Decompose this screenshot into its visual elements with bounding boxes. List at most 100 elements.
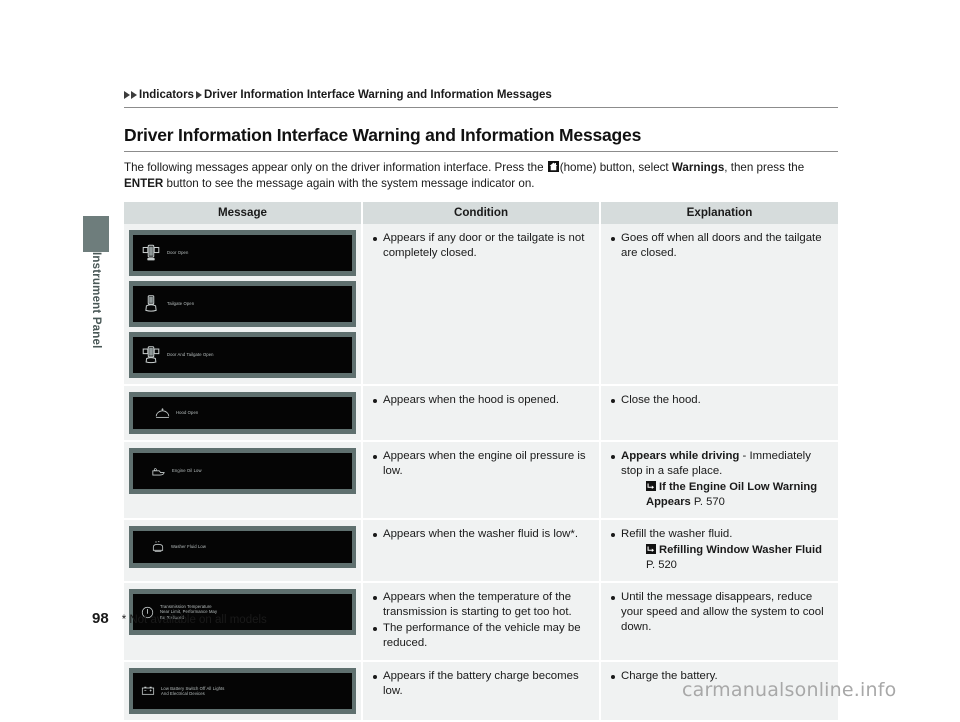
condition-list: Appears when the washer fluid is low*. [372, 527, 589, 542]
dii-screen-text: Door And Tailgate Open [167, 352, 214, 358]
condition-list: Appears if any door or the tailgate is n… [372, 231, 589, 261]
watermark: carmanualsonline.info [682, 679, 897, 701]
condition-list: Appears when the temperature of the tran… [372, 590, 589, 651]
dii-screen: Tailgate Open [133, 286, 352, 322]
intro-text-3: , then press the [724, 161, 805, 174]
column-header-message: Message [124, 202, 363, 224]
condition-list: Appears when the hood is opened. [372, 393, 589, 408]
list-item: Appears when the engine oil pressure is … [372, 449, 589, 479]
hood-open-icon [154, 405, 171, 422]
explanation-list: Close the hood. [610, 393, 828, 408]
title-divider [124, 151, 838, 152]
cross-reference[interactable]: Refilling Window Washer Fluid P. 520 [610, 543, 828, 573]
chevron-right-icon-3 [195, 91, 202, 99]
footnote: * Not available on all models [121, 614, 267, 626]
reference-page: P. 520 [646, 559, 677, 571]
list-item: Goes off when all doors and the tailgate… [610, 231, 828, 261]
reference-label: If the Engine Oil Low Warning Appears [646, 481, 818, 508]
intro-text-1: The following messages appear only on th… [124, 161, 547, 174]
explanation-cell: Close the hood. [600, 385, 838, 442]
list-item: Appears when the hood is opened. [372, 393, 589, 408]
intro-text-4: button to see the message again with the… [163, 176, 535, 190]
list-item: Appears while driving - Immediately stop… [610, 449, 828, 479]
explanation-cell: Goes off when all doors and the tailgate… [600, 224, 838, 386]
condition-cell: Appears if any door or the tailgate is n… [362, 224, 601, 386]
column-header-explanation: Explanation [600, 202, 838, 224]
table-row: Washer Fluid Low Appears when the washer… [124, 519, 838, 583]
explanation-list: Until the message disappears, reduce you… [610, 590, 828, 635]
breadcrumb-item-current: Driver Information Interface Warning and… [203, 89, 552, 101]
condition-cell: Appears when the engine oil pressure is … [362, 441, 601, 520]
list-item: Appears if any door or the tailgate is n… [372, 231, 589, 261]
page-footer: 98 * Not available on all models [92, 610, 267, 627]
dii-screen: Hood Open [133, 397, 352, 429]
message-thumbnail: Engine Oil Low [129, 448, 356, 494]
table-row: Hood Open Appears when the hood is opene… [124, 385, 838, 442]
message-thumbnail: Tailgate Open [129, 281, 356, 327]
intro-warnings-bold: Warnings [671, 161, 725, 174]
explanation-bold: Appears while driving [621, 450, 740, 462]
condition-list: Appears if the battery charge becomes lo… [372, 669, 589, 699]
dii-screen-text: Low Battery Switch Off All Lights And El… [161, 685, 225, 696]
message-cell: Engine Oil Low [124, 441, 363, 520]
list-item: Appears when the washer fluid is low*. [372, 527, 589, 542]
table-row: Door Open Tailgate Open Door And Tailgat… [124, 224, 838, 386]
breadcrumb-item-indicators[interactable]: Indicators [139, 88, 194, 102]
reference-arrow-icon [646, 481, 656, 491]
intro-enter-bold: ENTER [124, 176, 164, 190]
dii-screen-text: Engine Oil Low [172, 468, 202, 474]
car-tailgate-open-icon [140, 293, 162, 315]
cross-reference[interactable]: If the Engine Oil Low Warning Appears P.… [610, 480, 828, 510]
car-door-open-icon [140, 242, 162, 264]
table-header-row: Message Condition Explanation [124, 202, 838, 224]
low-battery-icon [140, 683, 156, 699]
list-item: Appears when the temperature of the tran… [372, 590, 589, 620]
reference-page: P. 570 [693, 496, 725, 508]
washer-fluid-low-icon [150, 539, 166, 555]
page-number: 98 [92, 610, 109, 627]
intro-text-2: (home) button, select [559, 161, 672, 174]
condition-cell: Appears when the washer fluid is low*. [362, 519, 601, 583]
message-cell: Door Open Tailgate Open Door And Tailgat… [124, 224, 363, 386]
condition-cell: Appears when the hood is opened. [362, 385, 601, 442]
table-row: Engine Oil Low Appears when the engine o… [124, 441, 838, 520]
column-header-condition: Condition [362, 202, 601, 224]
dii-screen: Door Open [133, 235, 352, 271]
explanation-cell: Appears while driving - Immediately stop… [600, 441, 838, 520]
explanation-list: Goes off when all doors and the tailgate… [610, 231, 828, 261]
home-icon [547, 161, 559, 172]
chevron-right-icon-2 [131, 91, 137, 99]
reference-label: Refilling Window Washer Fluid [659, 544, 822, 556]
dii-screen-text: Tailgate Open [167, 301, 195, 307]
sidebar-chapter-tab [83, 216, 109, 252]
list-item: The performance of the vehicle may be re… [372, 621, 589, 651]
explanation-cell: Until the message disappears, reduce you… [600, 582, 838, 662]
message-thumbnail: Low Battery Switch Off All Lights And El… [129, 668, 356, 714]
dii-screen: Low Battery Switch Off All Lights And El… [133, 673, 352, 709]
explanation-cell: Refill the washer fluid. Refilling Windo… [600, 519, 838, 583]
list-item: Close the hood. [610, 393, 828, 408]
message-cell: Hood Open [124, 385, 363, 442]
explanation-list: Refill the washer fluid. [610, 527, 828, 542]
message-thumbnail: Hood Open [129, 392, 356, 434]
sidebar-chapter-label: Instrument Panel [90, 252, 102, 349]
list-item: Refill the washer fluid. [610, 527, 828, 542]
condition-list: Appears when the engine oil pressure is … [372, 449, 589, 479]
intro-paragraph: The following messages appear only on th… [124, 160, 838, 191]
engine-oil-low-icon [150, 463, 167, 480]
dii-screen: Engine Oil Low [133, 453, 352, 489]
message-thumbnail: Washer Fluid Low [129, 526, 356, 568]
list-item: Appears if the battery charge becomes lo… [372, 669, 589, 699]
list-item: Until the message disappears, reduce you… [610, 590, 828, 635]
dii-screen-text: Door Open [167, 250, 189, 256]
chevron-right-icon [124, 91, 130, 99]
explanation-list: Appears while driving - Immediately stop… [610, 449, 828, 479]
message-cell: Washer Fluid Low [124, 519, 363, 583]
condition-cell: Appears when the temperature of the tran… [362, 582, 601, 662]
car-door-and-tailgate-open-icon [140, 344, 162, 366]
page-title: Driver Information Interface Warning and… [124, 125, 642, 145]
warning-messages-table: Message Condition Explanation Door Open … [124, 202, 838, 720]
breadcrumb-divider [124, 107, 838, 108]
message-thumbnail: Door And Tailgate Open [129, 332, 356, 378]
condition-cell: Appears if the battery charge becomes lo… [362, 661, 601, 720]
